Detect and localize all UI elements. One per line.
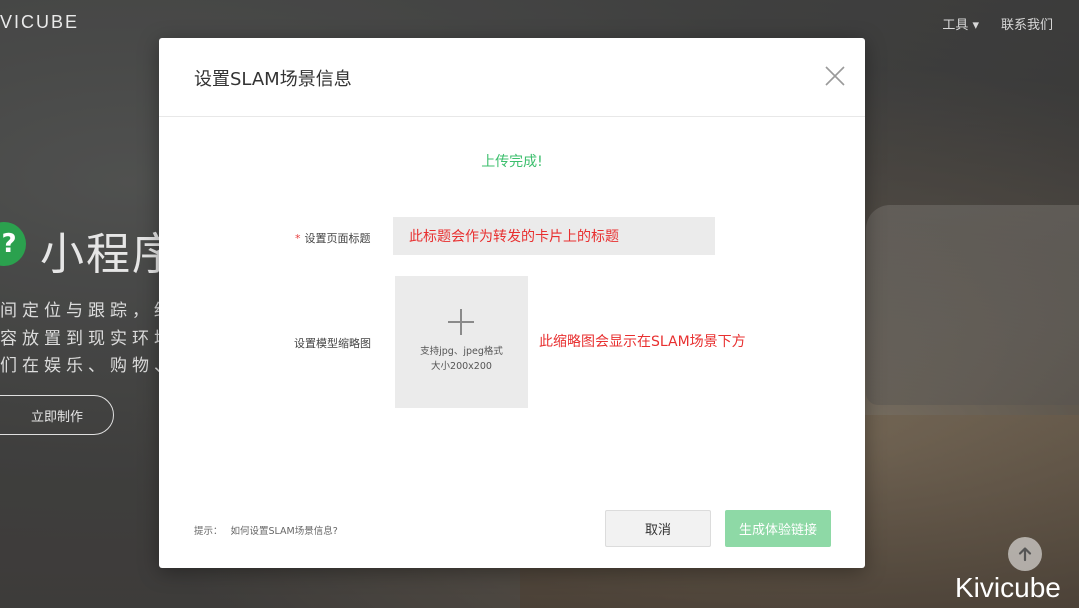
start-making-button[interactable]: 立即制作	[0, 395, 114, 435]
dialog-header: 设置SLAM场景信息	[159, 38, 865, 117]
nav-item-tools[interactable]: 工具 ▾	[942, 14, 979, 33]
page-title-input[interactable]	[393, 217, 715, 255]
help-tip: 提示： 如何设置SLAM场景信息?	[194, 523, 338, 537]
plus-icon	[448, 309, 474, 335]
hero-title: 小程序	[40, 229, 178, 280]
thumbnail-label: 设置模型缩略图	[294, 337, 371, 350]
help-link[interactable]: 如何设置SLAM场景信息?	[231, 526, 338, 537]
hero-line-2: 容放置到现实环境	[0, 329, 176, 349]
generate-link-button[interactable]: 生成体验链接	[725, 510, 831, 547]
scroll-top-button[interactable]	[1008, 537, 1042, 571]
hero-line-1: 间定位与跟踪，结	[0, 301, 176, 321]
page-title-label: * 设置页面标题	[295, 232, 371, 245]
required-mark: *	[295, 232, 301, 245]
close-button[interactable]	[823, 64, 847, 88]
slam-info-dialog: 设置SLAM场景信息 上传完成! *设置页面标题 设置模型缩略图 支持jpg、j…	[159, 38, 865, 568]
upload-hint: 支持jpg、jpeg格式 大小200x200	[420, 346, 503, 372]
tip-prefix: 提示：	[194, 526, 223, 537]
thumbnail-note: 此缩略图会显示在SLAM场景下方	[539, 334, 746, 350]
upload-success-message: 上传完成!	[481, 154, 543, 170]
cancel-button[interactable]: 取消	[605, 510, 711, 547]
thumbnail-upload[interactable]: 支持jpg、jpeg格式 大小200x200	[395, 276, 528, 408]
hero-line-3: 们在娱乐、购物、	[0, 356, 176, 376]
dialog-title: 设置SLAM场景信息	[194, 69, 352, 90]
close-icon	[825, 66, 845, 86]
brand-logo[interactable]: VICUBE	[0, 12, 79, 33]
arrow-up-icon	[1018, 547, 1032, 562]
top-nav: 工具 ▾ 联系我们	[942, 14, 1053, 33]
nav-item-contact[interactable]: 联系我们	[1001, 14, 1053, 33]
watermark: Kivicube	[955, 572, 1061, 603]
